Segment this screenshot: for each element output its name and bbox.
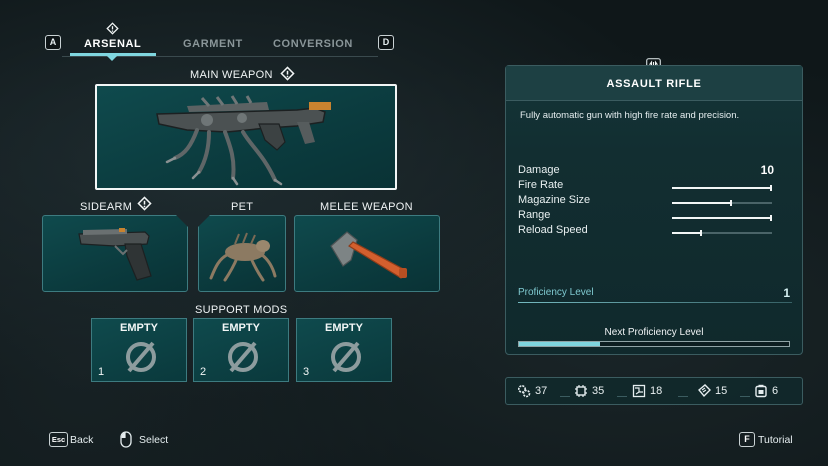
stat-fill (672, 187, 772, 189)
mod-empty-label: EMPTY (222, 322, 260, 334)
stat-damage-value: 10 (760, 163, 774, 177)
weapon-description: Fully automatic gun with high fire rate … (520, 110, 740, 121)
resource-separator (678, 396, 688, 397)
stat-reload-bar (672, 230, 772, 236)
stat-magazine-bar (672, 200, 772, 206)
mod-slot-number: 3 (303, 366, 310, 378)
back-key[interactable]: Esc (49, 432, 68, 447)
melee-weapon-label: MELEE WEAPON (320, 201, 413, 213)
proficiency-divider (518, 302, 792, 303)
empty-slot-icon (228, 341, 258, 373)
resource-value: 18 (650, 385, 663, 397)
chip-icon (575, 385, 587, 397)
mod-slot-number: 1 (98, 366, 105, 378)
mod-slot-number: 2 (200, 366, 207, 378)
panel-header: ASSAULT RIFLE (506, 66, 802, 101)
select-label[interactable]: Select (139, 434, 168, 446)
tutorial-label[interactable]: Tutorial (758, 434, 793, 446)
ticket-icon (698, 384, 711, 398)
stat-range-label: Range (518, 209, 551, 221)
tab-prev-key[interactable]: A (45, 35, 61, 50)
main-weapon-slot[interactable] (95, 84, 397, 190)
tab-next-key[interactable]: D (378, 35, 394, 50)
hatchet-icon (330, 231, 407, 279)
resource-separator (740, 396, 750, 397)
empty-slot-icon (331, 341, 361, 373)
sidearm-label: SIDEARM (80, 201, 133, 213)
tab-arsenal[interactable]: ARSENAL (84, 38, 141, 50)
tab-diamond-icon (106, 22, 119, 35)
resource-bar: 37 35 18 15 6 (505, 377, 803, 405)
resource-value: 35 (592, 385, 605, 397)
stat-fill (672, 232, 702, 234)
resource-value: 15 (715, 385, 728, 397)
battery-icon (755, 384, 767, 398)
stat-fill (672, 202, 732, 204)
mod-slot-1[interactable]: EMPTY 1 (91, 318, 187, 382)
pet-slot[interactable] (198, 215, 286, 292)
resource-separator (617, 396, 627, 397)
resource-value: 37 (535, 385, 548, 397)
pistol-icon (75, 224, 159, 286)
stat-cap (700, 230, 702, 236)
next-proficiency-label: Next Proficiency Level (604, 327, 704, 338)
tab-garment[interactable]: GARMENT (183, 38, 243, 50)
next-proficiency-bar (518, 341, 790, 347)
melee-weapon-slot[interactable] (294, 215, 440, 292)
tab-active-pointer (107, 56, 117, 61)
stat-range-bar (672, 215, 772, 221)
support-mods-label: SUPPORT MODS (195, 304, 288, 316)
next-proficiency-fill (519, 342, 600, 346)
stat-reload-label: Reload Speed (518, 224, 588, 236)
gear-cog-icon (517, 384, 531, 398)
sidearm-slot[interactable] (42, 215, 188, 292)
stat-cap (770, 215, 772, 221)
tab-conversion[interactable]: CONVERSION (273, 38, 353, 50)
tutorial-key[interactable]: F (739, 432, 755, 447)
stat-fire-rate-label: Fire Rate (518, 179, 564, 191)
stat-cap (730, 200, 732, 206)
sidearm-alert-icon (137, 196, 152, 211)
stat-damage-label: Damage (518, 164, 560, 176)
proficiency-value: 1 (783, 286, 790, 300)
pet-creature-icon (209, 232, 277, 282)
main-weapon-alert-icon (280, 66, 295, 81)
weapon-title: ASSAULT RIFLE (606, 78, 702, 90)
resource-value: 6 (772, 385, 779, 397)
main-weapon-label: MAIN WEAPON (190, 69, 273, 81)
pet-label: PET (231, 201, 254, 213)
stat-magazine-label: Magazine Size (518, 194, 591, 206)
stat-fire-rate-bar (672, 185, 772, 191)
mouse-left-click-icon (120, 431, 132, 448)
resource-separator (560, 396, 570, 397)
back-label[interactable]: Back (70, 434, 93, 446)
assault-rifle-icon (156, 95, 331, 186)
mod-empty-label: EMPTY (120, 322, 158, 334)
proficiency-label: Proficiency Level (518, 287, 594, 298)
stat-fill (672, 217, 772, 219)
stat-cap (770, 185, 772, 191)
mod-slot-3[interactable]: EMPTY 3 (296, 318, 392, 382)
weapon-details-panel: ASSAULT RIFLE Fully automatic gun with h… (505, 65, 803, 355)
circuit-icon (632, 384, 646, 398)
mod-slot-2[interactable]: EMPTY 2 (193, 318, 289, 382)
mod-empty-label: EMPTY (325, 322, 363, 334)
empty-slot-icon (126, 341, 156, 373)
